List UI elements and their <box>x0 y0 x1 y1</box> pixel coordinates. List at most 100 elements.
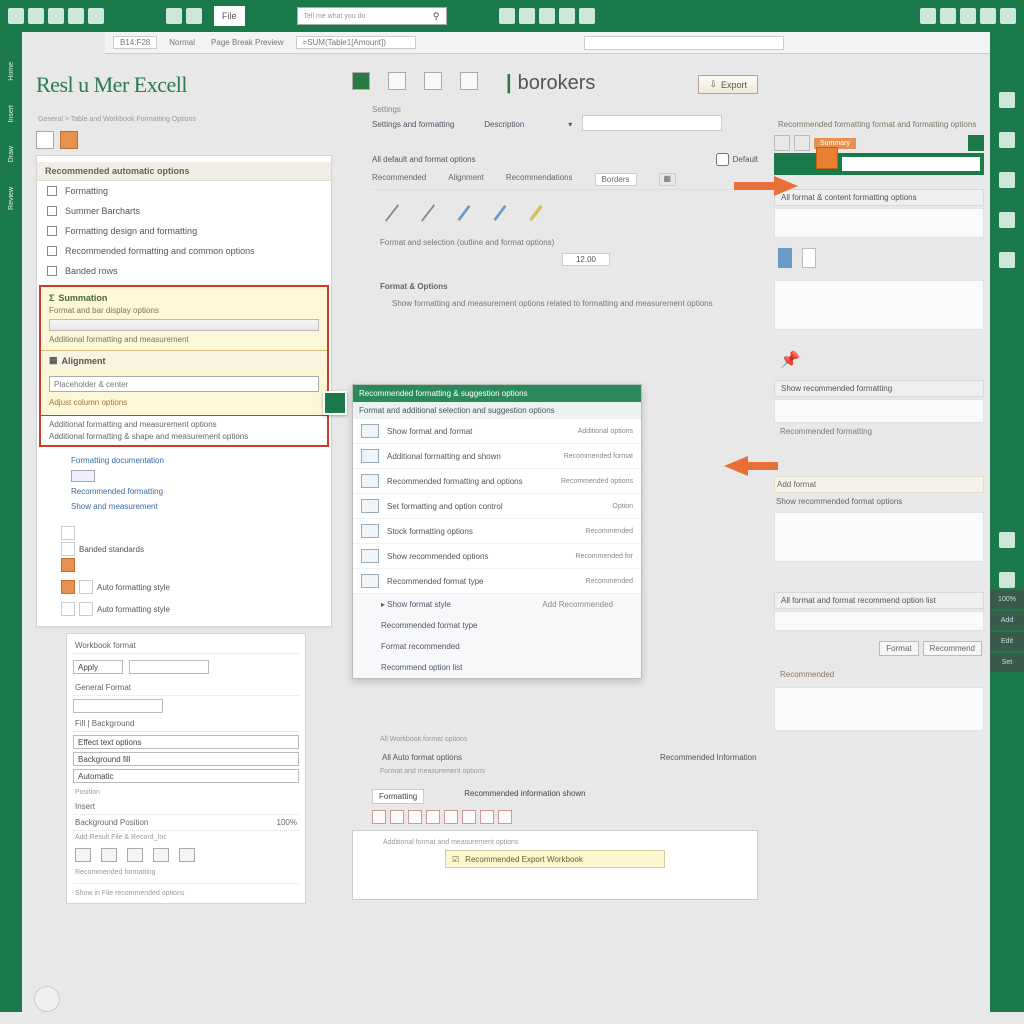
italic-icon[interactable] <box>179 848 195 862</box>
rail-item[interactable]: Home <box>8 62 15 81</box>
color-chip[interactable] <box>498 810 512 824</box>
rail-dark-item[interactable]: Set <box>990 653 1024 672</box>
ribbon-icon[interactable] <box>539 8 555 24</box>
ribbon-icon[interactable] <box>559 8 575 24</box>
rail-icon[interactable] <box>999 172 1015 188</box>
color-chip[interactable] <box>480 810 494 824</box>
flag-icon[interactable] <box>352 72 370 90</box>
thumb-icon[interactable] <box>61 580 75 594</box>
ribbon-icon[interactable] <box>579 8 595 24</box>
ribbon-icon[interactable] <box>960 8 976 24</box>
ribbon-icon[interactable] <box>1000 8 1016 24</box>
ribbon-search-tab[interactable]: File <box>214 6 245 26</box>
popup-row[interactable]: Recommended formatting and optionsRecomm… <box>353 469 641 494</box>
export-button[interactable]: ⇩Export <box>698 75 758 94</box>
toolbar-label[interactable]: Normal <box>165 38 199 47</box>
rail-dark-item[interactable]: Add <box>990 611 1024 630</box>
ribbon-icon[interactable] <box>166 8 182 24</box>
popup-sub[interactable]: Recommend option list <box>353 657 641 678</box>
callout-slider[interactable] <box>49 319 319 331</box>
tab[interactable]: Recommendations <box>506 173 573 186</box>
thumb[interactable] <box>802 248 816 268</box>
ribbon-icon[interactable] <box>28 8 44 24</box>
sub-field[interactable]: Apply <box>73 660 123 674</box>
ribbon-icon[interactable] <box>88 8 104 24</box>
link-item[interactable]: Recommended formatting <box>37 484 331 499</box>
ribbon-icon[interactable] <box>980 8 996 24</box>
orange-marker[interactable] <box>816 147 838 169</box>
ribbon-icon[interactable] <box>186 8 202 24</box>
highlighter-icon[interactable] <box>524 198 548 228</box>
sub-field[interactable]: Automatic <box>73 769 299 783</box>
bold-icon[interactable] <box>153 848 169 862</box>
doc-icon[interactable] <box>424 72 442 90</box>
tab[interactable]: Alignment <box>448 173 484 186</box>
popup-row[interactable]: Stock formatting optionsRecommended <box>353 519 641 544</box>
ribbon-search[interactable]: Tell me what you do ⚲ <box>297 7 447 25</box>
link-item[interactable]: Show and measurement <box>37 499 331 514</box>
popup-sub[interactable]: Recommended format type <box>353 615 641 636</box>
tab[interactable]: Recommended <box>372 173 426 186</box>
rail-icon[interactable] <box>999 572 1015 588</box>
color-chip[interactable] <box>444 810 458 824</box>
thumb-icon[interactable] <box>79 602 93 616</box>
grid-icon[interactable]: ▦ <box>659 173 677 186</box>
color-chip[interactable] <box>372 810 386 824</box>
rail-icon[interactable] <box>999 132 1015 148</box>
ribbon-icon[interactable] <box>48 8 64 24</box>
number-field[interactable]: 12.00 <box>562 253 610 266</box>
thumb-icon[interactable] <box>61 602 75 616</box>
popup-row[interactable]: Show format and formatAdditional options <box>353 419 641 444</box>
panel-icon-active[interactable] <box>60 131 78 149</box>
avatar[interactable] <box>34 986 60 1012</box>
right-link[interactable]: Recommended formatting <box>774 423 984 440</box>
link-item[interactable]: Formatting documentation <box>37 453 331 468</box>
panel-icon[interactable] <box>36 131 54 149</box>
thumb-icon[interactable] <box>61 558 75 572</box>
thumb-icon[interactable] <box>61 526 75 540</box>
ribbon-icon[interactable] <box>920 8 936 24</box>
color-chip[interactable] <box>426 810 440 824</box>
align-left-icon[interactable] <box>75 848 91 862</box>
ribbon-icon[interactable] <box>8 8 24 24</box>
popup-row[interactable]: Additional formatting and shownRecommend… <box>353 444 641 469</box>
rail-dark-item[interactable]: 100% <box>990 590 1024 609</box>
panel-icon[interactable] <box>794 135 810 151</box>
color-chip[interactable] <box>390 810 404 824</box>
color-chip[interactable] <box>462 810 476 824</box>
name-box[interactable]: B14:F28 <box>113 36 157 49</box>
check-row[interactable]: Banded rows <box>37 261 331 281</box>
check-row[interactable]: Formatting design and formatting <box>37 221 331 241</box>
check-row[interactable]: Recommended formatting and common option… <box>37 241 331 261</box>
popup-sub[interactable]: Format recommended <box>353 636 641 657</box>
sub-field[interactable] <box>73 699 163 713</box>
rail-icon[interactable] <box>999 252 1015 268</box>
mid-subtab[interactable]: Description <box>484 120 524 129</box>
panel-icon[interactable] <box>968 135 984 151</box>
thumb[interactable] <box>778 248 792 268</box>
popup-sub[interactable]: ▸ Show format styleAdd Recommended <box>353 594 641 615</box>
style-chip[interactable] <box>71 470 95 482</box>
checkbox-icon[interactable] <box>47 226 57 236</box>
ribbon-icon[interactable] <box>68 8 84 24</box>
rail-icon[interactable] <box>999 92 1015 108</box>
align-center-icon[interactable] <box>101 848 117 862</box>
rail-icon[interactable] <box>999 212 1015 228</box>
yellow-banner[interactable]: ☑Recommended Export Workbook <box>445 850 665 868</box>
format-button[interactable]: Format <box>879 641 918 656</box>
align-right-icon[interactable] <box>127 848 143 862</box>
thumb-icon[interactable] <box>79 580 93 594</box>
bottom-tab[interactable]: Formatting <box>372 789 424 804</box>
popup-row[interactable]: Recommended format typeRecommended <box>353 569 641 594</box>
toolbar-label[interactable]: Page Break Preview <box>207 38 287 47</box>
pushpin-icon[interactable]: 📌 <box>780 350 984 370</box>
sub-field[interactable]: Effect text options <box>73 735 299 749</box>
formula-box[interactable]: =SUM(Table1[Amount]) <box>296 36 416 49</box>
check-row[interactable]: Summer Barcharts <box>37 201 331 221</box>
mid-input[interactable] <box>582 115 722 131</box>
thumb-icon[interactable] <box>61 542 75 556</box>
green-bar-field[interactable] <box>842 157 980 171</box>
popup-row[interactable]: Show recommended optionsRecommended for <box>353 544 641 569</box>
panel-icon[interactable] <box>774 135 790 151</box>
ribbon-icon[interactable] <box>940 8 956 24</box>
